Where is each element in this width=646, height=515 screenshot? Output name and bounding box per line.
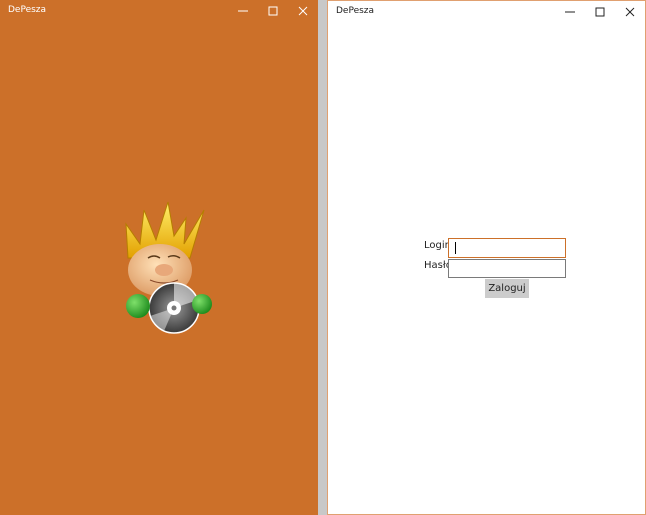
title-bar[interactable]: DePesza — [328, 1, 645, 23]
window-title: DePesza — [8, 5, 47, 15]
minimize-icon[interactable] — [228, 0, 258, 22]
close-icon[interactable] — [615, 1, 645, 23]
login-label: Login — [424, 240, 451, 251]
window-controls — [228, 0, 318, 22]
close-icon[interactable] — [288, 0, 318, 22]
text-caret — [455, 242, 456, 254]
window-controls — [555, 1, 645, 23]
title-bar[interactable]: DePesza — [0, 0, 318, 22]
depesza-mascot-icon — [125, 201, 212, 334]
password-input[interactable] — [448, 259, 566, 278]
login-input[interactable] — [448, 238, 566, 258]
maximize-icon[interactable] — [585, 1, 615, 23]
splash-window: DePesza — [0, 0, 318, 515]
login-window: DePesza Login Hasło Zaloguj — [327, 0, 646, 515]
minimize-icon[interactable] — [555, 1, 585, 23]
login-button[interactable]: Zaloguj — [485, 279, 529, 298]
window-title: DePesza — [336, 6, 375, 16]
maximize-icon[interactable] — [258, 0, 288, 22]
